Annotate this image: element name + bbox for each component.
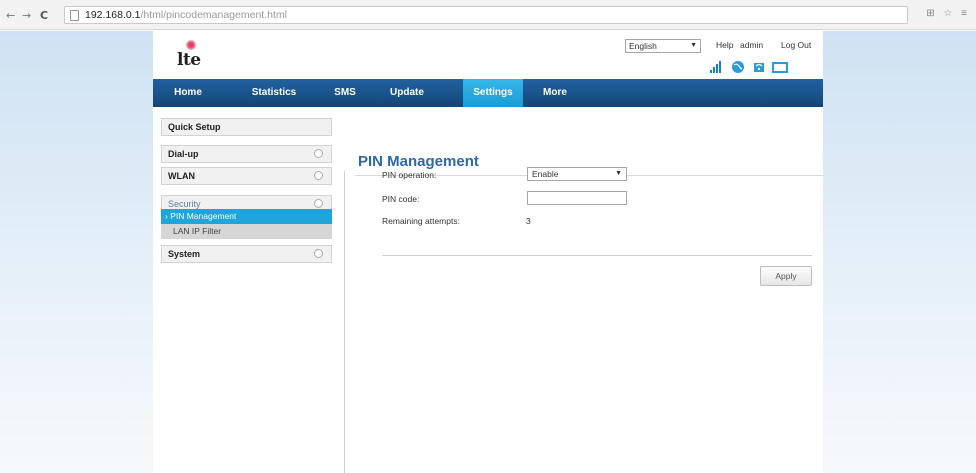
sidebar-item-label: Security bbox=[168, 199, 201, 209]
remaining-attempts-label: Remaining attempts: bbox=[382, 216, 460, 226]
extension-icons[interactable]: ⊞ ☆ ≡ bbox=[926, 8, 970, 19]
page-title: PIN Management bbox=[358, 153, 479, 170]
form-divider bbox=[382, 255, 812, 256]
sidebar-item-label: System bbox=[168, 249, 201, 259]
forward-button[interactable]: → bbox=[22, 9, 31, 22]
nav-statistics[interactable]: Statistics bbox=[241, 79, 307, 107]
signal-icon bbox=[710, 61, 721, 73]
sidebar-item-label: WLAN bbox=[168, 171, 195, 181]
vertical-divider bbox=[344, 171, 345, 473]
sidebar-item-label: Quick Setup bbox=[168, 122, 221, 132]
apply-button[interactable]: Apply bbox=[760, 266, 812, 286]
remaining-attempts-value: 3 bbox=[526, 216, 531, 226]
logo-dot-icon bbox=[186, 40, 196, 50]
back-button[interactable]: ← bbox=[6, 9, 15, 22]
page-icon bbox=[70, 10, 79, 21]
nav-settings[interactable]: Settings bbox=[463, 79, 523, 107]
nav-more[interactable]: More bbox=[533, 79, 577, 107]
url-text: 192.168.0.1/html/pincodemanagement.html bbox=[85, 9, 287, 21]
sidebar-item-pin-management[interactable]: › PIN Management bbox=[161, 209, 332, 224]
user-name: admin bbox=[740, 40, 764, 50]
pin-code-input[interactable] bbox=[527, 191, 627, 205]
expand-icon bbox=[314, 149, 323, 158]
address-bar[interactable]: 192.168.0.1/html/pincodemanagement.html bbox=[64, 6, 908, 24]
reload-button[interactable]: C bbox=[40, 9, 48, 22]
language-select[interactable]: English ▼ bbox=[625, 39, 701, 53]
globe-icon bbox=[732, 61, 744, 73]
lte-logo: lte bbox=[177, 40, 205, 80]
router-page: lte English ▼ Help admin Log Out Home St… bbox=[153, 31, 823, 473]
help-link[interactable]: Help bbox=[716, 40, 733, 50]
language-value: English bbox=[629, 41, 657, 51]
nav-update[interactable]: Update bbox=[377, 79, 437, 107]
expand-icon bbox=[314, 171, 323, 180]
nav-home[interactable]: Home bbox=[167, 79, 209, 107]
pin-operation-value: Enable bbox=[532, 169, 559, 179]
wifi-icon bbox=[754, 63, 764, 72]
main-nav: Home Statistics SMS Update Settings More bbox=[153, 79, 823, 107]
pin-operation-label: PIN operation: bbox=[382, 170, 437, 180]
sidebar-item-dialup[interactable]: Dial-up bbox=[161, 145, 332, 163]
expand-icon bbox=[314, 249, 323, 258]
page-background-right bbox=[823, 31, 976, 473]
page-background-left bbox=[0, 31, 153, 473]
pin-code-label: PIN code: bbox=[382, 194, 420, 204]
sidebar-item-label: Dial-up bbox=[168, 149, 199, 159]
pin-operation-select[interactable]: Enable ▼ bbox=[527, 167, 627, 181]
nav-sms[interactable]: SMS bbox=[327, 79, 363, 107]
sim-card-icon bbox=[772, 62, 788, 73]
sidebar-item-lan-ip-filter[interactable]: LAN IP Filter bbox=[161, 224, 332, 239]
chevron-down-icon: ▼ bbox=[690, 42, 697, 49]
browser-toolbar: ← → C 192.168.0.1/html/pincodemanagement… bbox=[0, 0, 976, 30]
sidebar-item-quick-setup[interactable]: Quick Setup bbox=[161, 118, 332, 136]
collapse-icon bbox=[314, 199, 323, 208]
sidebar-item-system[interactable]: System bbox=[161, 245, 332, 263]
logout-link[interactable]: Log Out bbox=[781, 40, 811, 50]
logo-text: lte bbox=[177, 50, 201, 70]
chevron-down-icon: ▼ bbox=[615, 170, 622, 177]
sidebar-item-wlan[interactable]: WLAN bbox=[161, 167, 332, 185]
